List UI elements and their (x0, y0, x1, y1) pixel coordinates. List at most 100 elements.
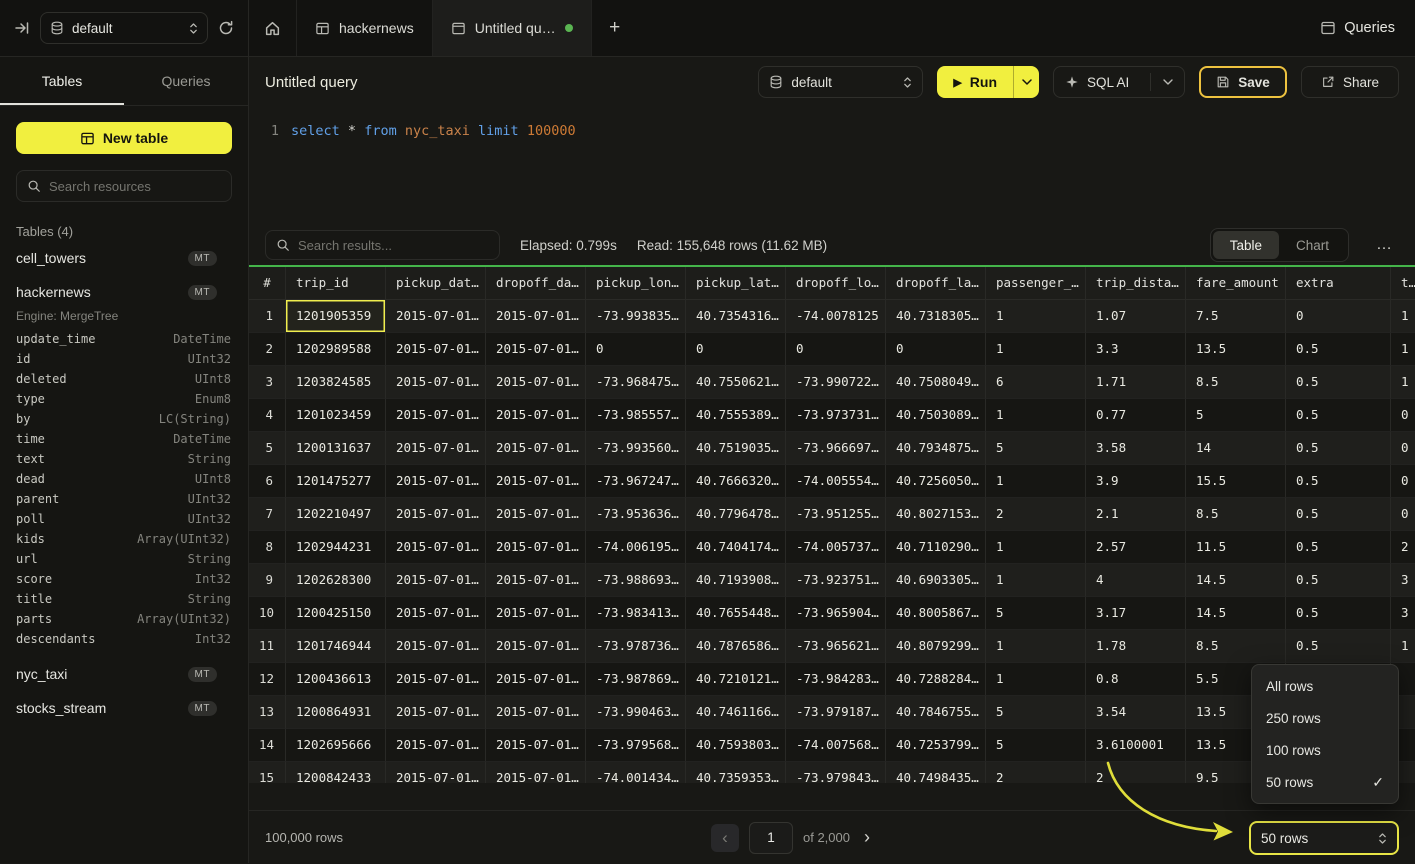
results-cell[interactable]: 1.07 (1086, 300, 1186, 333)
sidebar-tab-tables[interactable]: Tables (0, 57, 124, 105)
column-header-1[interactable]: trip_id (286, 267, 386, 300)
results-cell[interactable]: -73.988693… (586, 564, 686, 597)
results-cell[interactable]: -73.979568… (586, 729, 686, 762)
results-cell[interactable]: 1200131637 (286, 432, 386, 465)
results-cell[interactable]: 2015-07-01… (486, 630, 586, 663)
results-cell[interactable]: 1 (986, 630, 1086, 663)
results-cell[interactable]: 40.8079299… (886, 630, 986, 663)
row-number[interactable]: 10 (249, 597, 286, 630)
results-cell[interactable]: 40.7318305… (886, 300, 986, 333)
resource-search-input[interactable] (49, 179, 221, 194)
results-cell[interactable]: 2015-07-01… (386, 663, 486, 696)
results-cell[interactable]: 1 (1391, 366, 1415, 399)
column-header-3[interactable]: dropoff_da… (486, 267, 586, 300)
results-cell[interactable]: 0.5 (1286, 498, 1391, 531)
results-cell[interactable]: 0 (886, 333, 986, 366)
results-cell[interactable]: 2015-07-01… (386, 630, 486, 663)
query-database-selector[interactable]: default (758, 66, 923, 98)
results-cell[interactable]: 15.5 (1186, 465, 1286, 498)
results-cell[interactable]: 1 (1391, 300, 1415, 333)
results-cell[interactable]: -73.993835… (586, 300, 686, 333)
results-cell[interactable]: 40.7256050… (886, 465, 986, 498)
results-cell[interactable]: -73.951255… (786, 498, 886, 531)
results-cell[interactable]: 5 (986, 597, 1086, 630)
results-cell[interactable]: 0 (1391, 399, 1415, 432)
column-header-2[interactable]: pickup_dat… (386, 267, 486, 300)
results-cell[interactable]: 40.7110290… (886, 531, 986, 564)
results-cell[interactable]: -73.973731… (786, 399, 886, 432)
results-cell[interactable]: 2015-07-01… (486, 333, 586, 366)
results-cell[interactable]: 2015-07-01… (386, 465, 486, 498)
results-cell[interactable]: 3.3 (1086, 333, 1186, 366)
row-number[interactable]: 2 (249, 333, 286, 366)
results-cell[interactable]: 1.78 (1086, 630, 1186, 663)
results-cell[interactable]: -74.0078125 (786, 300, 886, 333)
results-cell[interactable]: 40.7934875… (886, 432, 986, 465)
new-table-button[interactable]: New table (16, 122, 232, 154)
sidebar-tab-queries[interactable]: Queries (124, 57, 248, 105)
refresh-icon[interactable] (218, 20, 234, 36)
results-cell[interactable]: 1200864931 (286, 696, 386, 729)
results-search-input[interactable] (298, 238, 489, 253)
results-cell[interactable]: 2015-07-01… (386, 564, 486, 597)
results-cell[interactable]: 5 (986, 729, 1086, 762)
database-selector[interactable]: default (40, 12, 208, 44)
save-button[interactable]: Save (1199, 66, 1287, 98)
row-number[interactable]: 15 (249, 762, 286, 783)
row-number[interactable]: 12 (249, 663, 286, 696)
results-cell[interactable]: 1 (986, 564, 1086, 597)
row-number[interactable]: 1 (249, 300, 286, 333)
results-cell[interactable]: 2015-07-01… (386, 762, 486, 783)
row-number[interactable]: 4 (249, 399, 286, 432)
results-cell[interactable]: 1 (986, 300, 1086, 333)
results-cell[interactable]: -73.965904… (786, 597, 886, 630)
results-cell[interactable]: 40.7503089… (886, 399, 986, 432)
results-cell[interactable]: 0.8 (1086, 663, 1186, 696)
results-cell[interactable]: 1201905359 (286, 300, 386, 333)
results-cell[interactable]: 8.5 (1186, 498, 1286, 531)
results-cell[interactable]: -73.983413… (586, 597, 686, 630)
results-cell[interactable]: 1 (986, 465, 1086, 498)
results-cell[interactable]: 2015-07-01… (386, 399, 486, 432)
view-toggle-chart[interactable]: Chart (1279, 238, 1346, 253)
results-cell[interactable]: -73.968475… (586, 366, 686, 399)
results-cell[interactable]: 2015-07-01… (486, 300, 586, 333)
results-cell[interactable]: 2015-07-01… (386, 300, 486, 333)
row-number[interactable]: 7 (249, 498, 286, 531)
share-button[interactable]: Share (1301, 66, 1399, 98)
sidebar-table-hackernews[interactable]: hackernewsMT (0, 277, 248, 307)
column-header-4[interactable]: pickup_lon… (586, 267, 686, 300)
sidebar-table-cell_towers[interactable]: cell_towersMT (0, 243, 248, 273)
results-cell[interactable]: 0 (1391, 432, 1415, 465)
results-cell[interactable]: 2015-07-01… (386, 333, 486, 366)
results-cell[interactable]: 1 (986, 333, 1086, 366)
results-cell[interactable]: 2 (986, 498, 1086, 531)
column-header-8[interactable]: passenger_… (986, 267, 1086, 300)
results-cell[interactable]: -74.001434… (586, 762, 686, 783)
results-cell[interactable]: -73.967247… (586, 465, 686, 498)
results-cell[interactable]: 2.57 (1086, 531, 1186, 564)
results-cell[interactable]: 14.5 (1186, 564, 1286, 597)
results-cell[interactable]: 40.7354316… (686, 300, 786, 333)
results-cell[interactable]: 2015-07-01… (486, 399, 586, 432)
menu-item-250-rows[interactable]: 250 rows (1252, 702, 1398, 734)
results-cell[interactable]: 1202944231 (286, 531, 386, 564)
results-cell[interactable]: 2015-07-01… (386, 366, 486, 399)
tab-hackernews[interactable]: hackernews (297, 0, 433, 56)
results-cell[interactable]: 2015-07-01… (486, 531, 586, 564)
row-number[interactable]: 13 (249, 696, 286, 729)
menu-item-100-rows[interactable]: 100 rows (1252, 734, 1398, 766)
results-cell[interactable]: 40.7210121… (686, 663, 786, 696)
results-cell[interactable]: 0 (1391, 465, 1415, 498)
results-cell[interactable]: 2015-07-01… (486, 729, 586, 762)
results-cell[interactable]: 2015-07-01… (486, 564, 586, 597)
results-cell[interactable]: -73.985557… (586, 399, 686, 432)
results-cell[interactable]: 40.7876586… (686, 630, 786, 663)
results-cell[interactable]: 7.5 (1186, 300, 1286, 333)
results-cell[interactable]: 1200842433 (286, 762, 386, 783)
rows-per-page-select[interactable]: 50 rows (1249, 821, 1399, 855)
column-header-7[interactable]: dropoff_la… (886, 267, 986, 300)
sql-ai-button[interactable]: SQL AI (1053, 66, 1185, 98)
row-number[interactable]: 3 (249, 366, 286, 399)
results-cell[interactable]: 40.7461166… (686, 696, 786, 729)
